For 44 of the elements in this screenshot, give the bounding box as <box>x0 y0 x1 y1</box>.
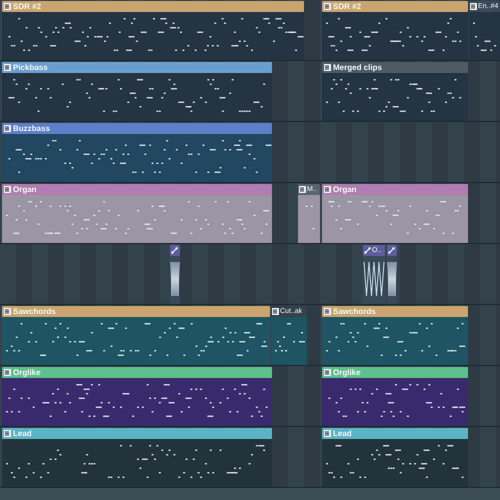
clip-label: Sawchords <box>13 306 56 316</box>
clip-header[interactable]: Sawchords <box>2 306 270 317</box>
clip-menu-icon[interactable] <box>470 3 477 10</box>
clip-label: Pickbass <box>13 62 48 72</box>
clip-header[interactable]: SDR #2 <box>2 1 304 12</box>
clip-menu-icon[interactable] <box>4 430 11 437</box>
clip-menu-icon[interactable] <box>4 308 11 315</box>
clip-header[interactable]: Orglike <box>322 367 468 378</box>
clip-menu-icon[interactable] <box>324 308 331 315</box>
clip-menu-icon[interactable] <box>272 308 279 315</box>
clip-label: Organ <box>333 184 357 194</box>
clip-label: Orglike <box>333 368 361 378</box>
clip-menu-icon[interactable] <box>4 3 11 10</box>
clip-menu-icon[interactable] <box>4 186 11 193</box>
clip-label: Lead <box>333 428 352 438</box>
clip-menu-icon[interactable] <box>324 430 331 437</box>
clip-header[interactable]: Organ <box>2 184 272 195</box>
clip-header[interactable]: Lead <box>322 428 468 439</box>
clip-label: Buzzbass <box>13 124 50 134</box>
clip-header[interactable]: Buzzbass <box>2 123 272 134</box>
clip-header[interactable]: SDR #2 <box>322 1 468 12</box>
clip-label: Organ <box>13 184 37 194</box>
clip-menu-icon[interactable] <box>324 186 331 193</box>
clip-label: SDR #2 <box>333 2 362 12</box>
clip-header[interactable]: Sawchords <box>322 306 468 317</box>
scroll-bar[interactable] <box>0 488 500 500</box>
clip-header[interactable]: Organ <box>322 184 468 195</box>
clip-label: Lead <box>13 428 32 438</box>
clip-menu-icon[interactable] <box>324 3 331 10</box>
clip-menu-icon[interactable] <box>324 64 331 71</box>
clip-menu-icon[interactable] <box>4 64 11 71</box>
clip-menu-icon[interactable] <box>324 369 331 376</box>
clip-header[interactable]: Lead <box>2 428 272 439</box>
clip-menu-icon[interactable] <box>299 186 306 193</box>
clip-menu-icon[interactable] <box>4 125 11 132</box>
clip-menu-icon[interactable] <box>4 369 11 376</box>
clip-header[interactable]: Merged clips <box>322 62 468 73</box>
clip-header[interactable]: Orglike <box>2 367 272 378</box>
clip-header[interactable]: Pickbass <box>2 62 272 73</box>
clip-label: Orglike <box>13 368 41 378</box>
automation-icon[interactable] <box>364 247 371 254</box>
clip-label: Sawchords <box>333 306 376 316</box>
clip-label: SDR #2 <box>13 2 42 12</box>
clip-label: Merged clips <box>333 62 382 72</box>
